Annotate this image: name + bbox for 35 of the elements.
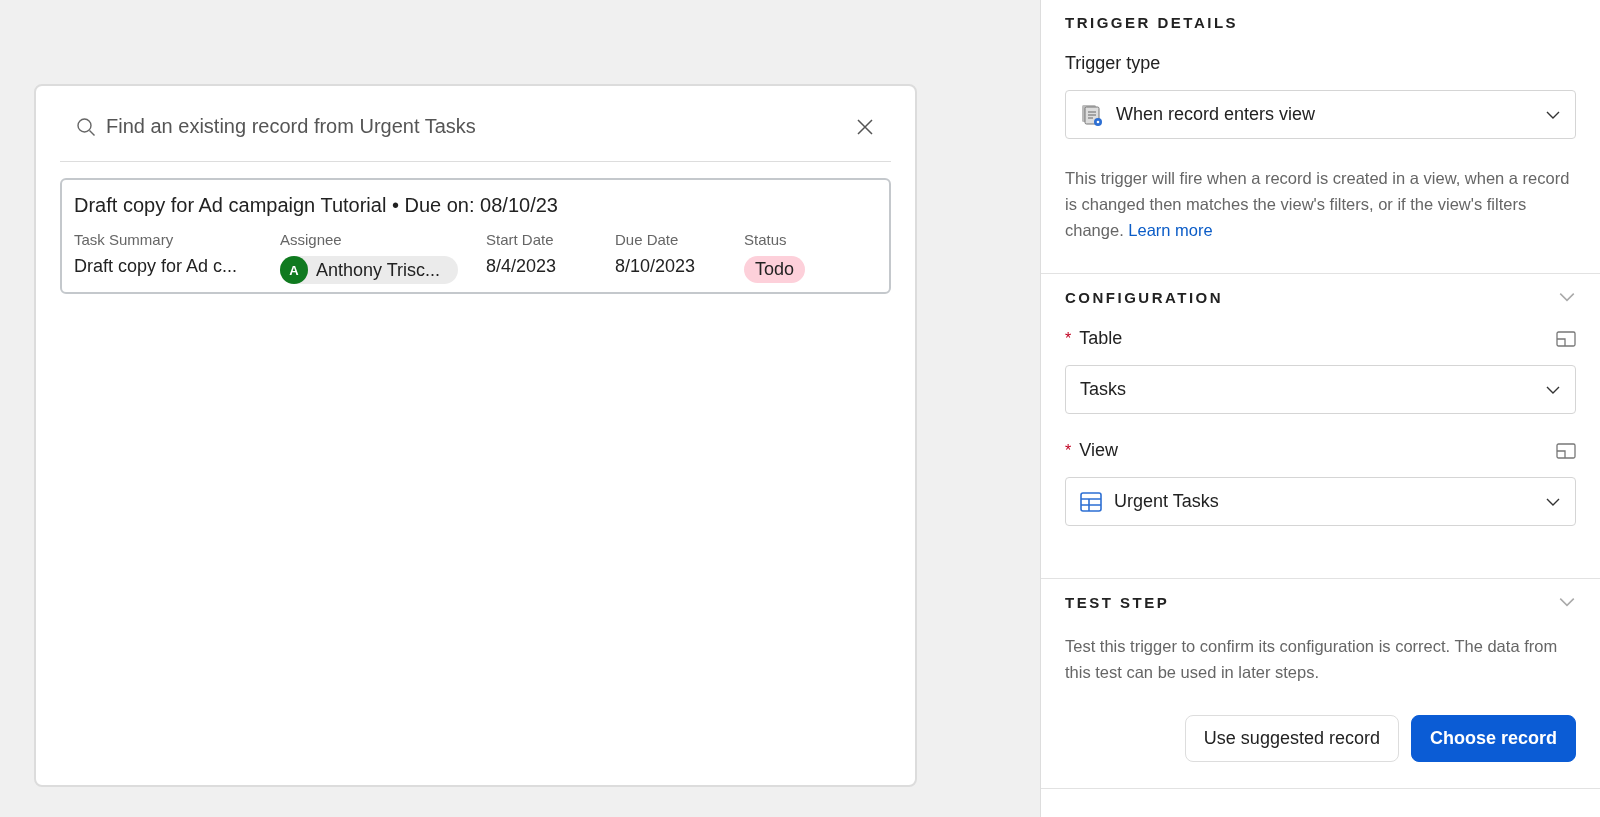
field-label: Assignee: [280, 231, 343, 248]
dropdown-select[interactable]: Urgent Tasks: [1065, 477, 1576, 526]
record-title: Draft copy for Ad campaign Tutorial • Due on: 08/10/23: [74, 194, 559, 217]
field-label: Table: [1079, 328, 1123, 349]
test-description: Test this trigger to confirm its configuration is correct. The data from this test can be used in later steps.: [1065, 636, 1559, 683]
section-title: TEST STEP: [1065, 593, 1170, 611]
field-label: Due Date: [615, 231, 680, 248]
expand-icon[interactable]: [1556, 442, 1576, 459]
avatar: A: [280, 256, 308, 284]
close-button[interactable]: [855, 116, 875, 137]
record-card[interactable]: Draft copy for Ad campaign Tutorial • Due on: 08/10/23 Task Summary Assignee Start Date Due Date Status Draft copy for Ad c... A Anthony Trisc... 8/4/2023 8/10/2023 Todo: [60, 178, 891, 294]
trigger-type-select[interactable]: When record enters view: [1065, 90, 1576, 139]
field-label: Task Summary: [74, 231, 175, 248]
trigger-description: This trigger will fire when a record is created in a view, when a record is changed then matches the view's filters, or if the view's filters change. Learn more: [1065, 168, 1571, 241]
field-value: Draft copy for Ad c...: [74, 256, 239, 278]
field-value: 8/10/2023: [615, 256, 697, 278]
expand-icon[interactable]: [1556, 330, 1576, 347]
choose-record-button[interactable]: Choose record: [1410, 715, 1576, 762]
required-mark: *: [1065, 329, 1072, 348]
learn-more-link[interactable]: Learn more: [1128, 221, 1213, 239]
records-icon: [1080, 102, 1104, 127]
field-label: Trigger type: [1065, 53, 1161, 74]
assignee-name: Anthony Trisc...: [316, 259, 441, 281]
field-label: Status: [744, 231, 788, 248]
search-icon: [76, 116, 96, 137]
grid-view-icon: [1080, 491, 1102, 512]
section-title: TRIGGER DETAILS: [1065, 14, 1239, 31]
field-value: 8/4/2023: [486, 256, 558, 278]
required-mark: *: [1065, 441, 1072, 460]
dropdown-select[interactable]: Tasks: [1065, 365, 1576, 414]
field-label: View: [1079, 440, 1118, 461]
status-tag: Todo: [744, 256, 806, 283]
field-label: Start Date: [486, 231, 555, 248]
section-title: CONFIGURATION: [1065, 288, 1224, 306]
suggested-record-button[interactable]: Use suggested record: [1184, 715, 1399, 762]
